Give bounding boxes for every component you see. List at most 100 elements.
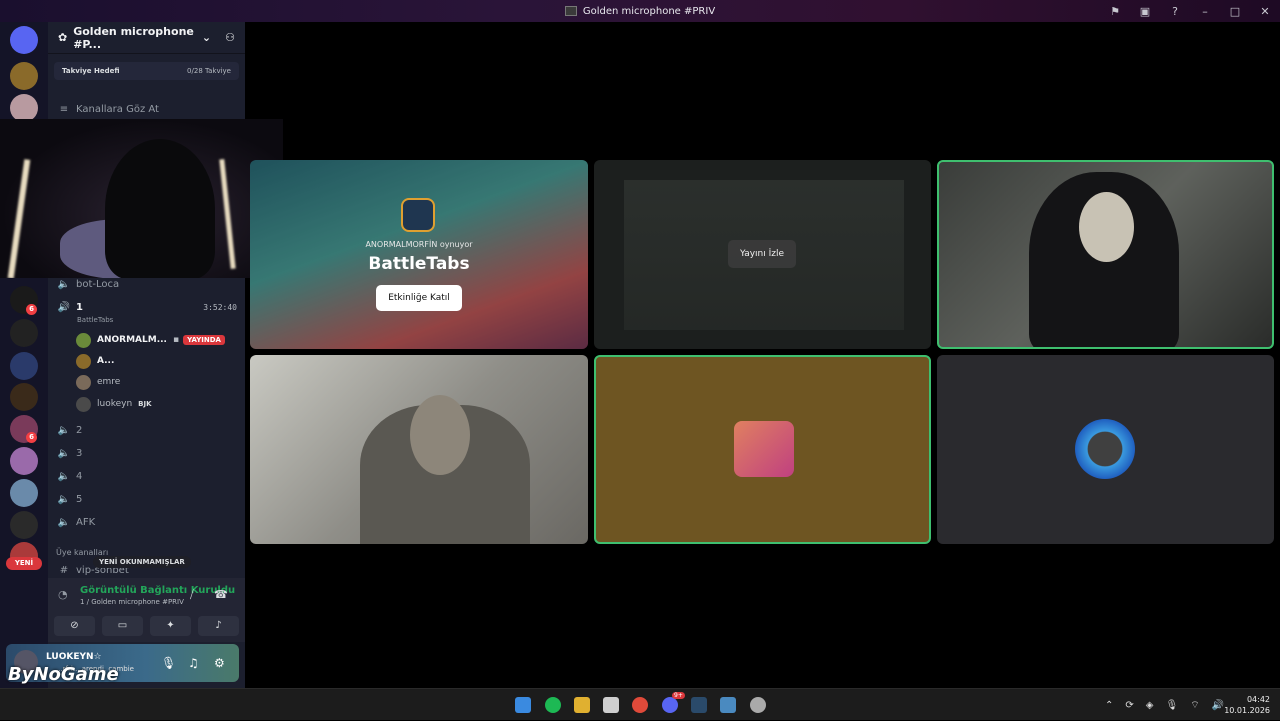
avatar-tile[interactable] — [594, 355, 931, 544]
server-icon[interactable] — [10, 319, 38, 347]
server-icon[interactable] — [10, 62, 38, 90]
join-activity-button[interactable]: Etkinliğe Katıl — [376, 285, 462, 311]
network-icon[interactable]: ⌔ — [1190, 699, 1199, 712]
boost-label: Takviye Hedefi — [62, 67, 120, 75]
microphone-tray-icon[interactable]: 🎙 — [1165, 700, 1178, 711]
chrome-icon[interactable] — [632, 697, 648, 713]
microphone-icon[interactable]: 🎙 — [161, 656, 176, 670]
voice-connection-panel: ◔ Görüntülü Bağlantı Kuruldu 1 / Golden … — [48, 578, 245, 642]
windows-start-icon[interactable] — [515, 697, 531, 713]
maximize-button[interactable]: □ — [1228, 5, 1242, 18]
discord-badge: 9+ — [672, 692, 685, 699]
voice-channel-1[interactable]: 🔊 1 3:52:40 — [56, 297, 241, 317]
minimize-button[interactable]: – — [1198, 5, 1212, 18]
server-icon[interactable] — [10, 94, 38, 122]
server-icon[interactable] — [10, 479, 38, 507]
voice-status[interactable]: Görüntülü Bağlantı Kuruldu — [80, 585, 235, 596]
sync-icon[interactable]: ⟳ — [1125, 700, 1133, 711]
camera-toggle-button[interactable]: ⊘ — [54, 616, 95, 636]
store-icon[interactable] — [603, 697, 619, 713]
voice-user[interactable]: A... — [76, 352, 236, 370]
browse-channels[interactable]: ≡ Kanallara Göz At — [56, 99, 241, 119]
call-timer: 3:52:40 — [203, 302, 237, 312]
noise-suppression-icon[interactable]: ⧸ — [190, 588, 194, 602]
close-button[interactable]: ✕ — [1258, 5, 1272, 18]
voice-channel-3[interactable]: 🔈 3 — [56, 443, 241, 463]
video-tile[interactable] — [937, 160, 1274, 349]
voice-channel-4[interactable]: 🔈 4 — [56, 466, 241, 486]
live-badge: YAYINDA — [183, 335, 225, 345]
server-icon[interactable] — [10, 511, 38, 539]
disconnect-icon[interactable]: ☎ — [214, 588, 228, 601]
new-unread-pill[interactable]: YENİ — [6, 557, 42, 570]
activities-button[interactable]: ✦ — [150, 616, 191, 636]
unread-pill[interactable]: YENİ OKUNMAMIŞLAR — [93, 556, 191, 568]
voice-location[interactable]: 1 / Golden microphone #PRIV — [80, 598, 184, 606]
webcam-popout[interactable] — [0, 119, 283, 278]
soundboard-button[interactable]: ♪ — [198, 616, 239, 636]
file-explorer-icon[interactable] — [574, 697, 590, 713]
date: 10.01.2026 — [1224, 706, 1270, 715]
discord-home-icon[interactable] — [10, 26, 38, 54]
channel-activity: BattleTabs — [77, 316, 114, 324]
user-name: emre — [97, 377, 121, 387]
channel-label: AFK — [76, 516, 96, 528]
channel-label: 5 — [76, 493, 83, 505]
voice-user[interactable]: emre — [76, 373, 236, 391]
speaker-icon: 🔈 — [57, 424, 71, 436]
steam-tray-icon[interactable]: ◈ — [1146, 700, 1154, 711]
app-icon[interactable] — [750, 697, 766, 713]
browse-channels-label: Kanallara Göz At — [76, 103, 159, 115]
title-bar: Golden microphone #PRIV ⚑ ▣ ? – □ ✕ — [0, 0, 1280, 22]
server-icon[interactable] — [10, 447, 38, 475]
help-icon[interactable]: ? — [1168, 5, 1182, 18]
voice-user[interactable]: ANORMALM... ▪ YAYINDA — [76, 331, 236, 349]
guild-icon: ✿ — [58, 31, 68, 44]
chevron-up-icon[interactable]: ⌃ — [1105, 700, 1113, 711]
popout-icon[interactable]: ▣ — [1138, 5, 1152, 18]
watermark: ByNoGame — [8, 664, 119, 685]
speaker-icon: 🔈 — [57, 516, 71, 528]
volume-icon[interactable]: 🔊 — [1212, 700, 1224, 711]
screen-share-button[interactable]: ▭ — [102, 616, 143, 636]
server-icon[interactable] — [10, 352, 38, 380]
spotify-icon[interactable] — [545, 697, 561, 713]
avatar — [76, 353, 91, 369]
voice-channel-afk[interactable]: 🔈 AFK — [56, 512, 241, 532]
time: 04:42 — [1246, 695, 1270, 704]
channel-label: 3 — [76, 447, 83, 459]
video-tile[interactable] — [250, 355, 588, 544]
discord-icon[interactable] — [662, 697, 678, 713]
camera-icon: ▪ — [172, 335, 180, 345]
user-name[interactable]: LUOKEYN☆ — [46, 652, 102, 662]
watch-stream-button[interactable]: Yayını İzle — [728, 240, 796, 268]
mention-badge: 6 — [26, 304, 37, 315]
list-icon: ≡ — [59, 103, 69, 115]
headphones-icon[interactable]: ♫ — [188, 656, 199, 670]
boost-progress: 0/28 Takviye — [187, 67, 231, 75]
avatar-tile[interactable] — [937, 355, 1274, 544]
channel-label: 2 — [76, 424, 83, 436]
voice-user[interactable]: luokeyn BJK — [76, 395, 236, 413]
activity-title: BattleTabs — [368, 254, 470, 274]
activity-tile[interactable]: ANORMALMORFİN oynuyor BattleTabs Etkinli… — [250, 160, 588, 349]
server-icon[interactable] — [10, 383, 38, 411]
user-name: A... — [97, 356, 115, 366]
voice-channel-2[interactable]: 🔈 2 — [56, 420, 241, 440]
stream-tile[interactable]: Yayını İzle — [594, 160, 931, 349]
inbox-icon[interactable]: ⚑ — [1108, 5, 1122, 18]
boost-goal[interactable]: Takviye Hedefi 0/28 Takviye — [54, 62, 239, 80]
user-name: ANORMALM... — [97, 335, 167, 345]
app-icon[interactable] — [720, 697, 736, 713]
voice-channel-5[interactable]: 🔈 5 — [56, 489, 241, 509]
invite-icon[interactable]: ⚇ — [225, 31, 235, 44]
guild-header[interactable]: ✿ Golden microphone #P... ⌄ ⚇ — [48, 22, 245, 54]
gear-icon[interactable]: ⚙ — [214, 656, 225, 670]
mention-badge: 6 — [26, 432, 37, 443]
steam-icon[interactable] — [691, 697, 707, 713]
user-avatar — [1075, 419, 1135, 479]
system-tray: ⌃ ⟳ ◈ 🎙 ⌔ 🔊 — [1105, 689, 1224, 721]
clock[interactable]: 04:42 10.01.2026 — [1224, 694, 1270, 716]
app-icon — [564, 6, 577, 16]
avatar — [76, 332, 91, 348]
